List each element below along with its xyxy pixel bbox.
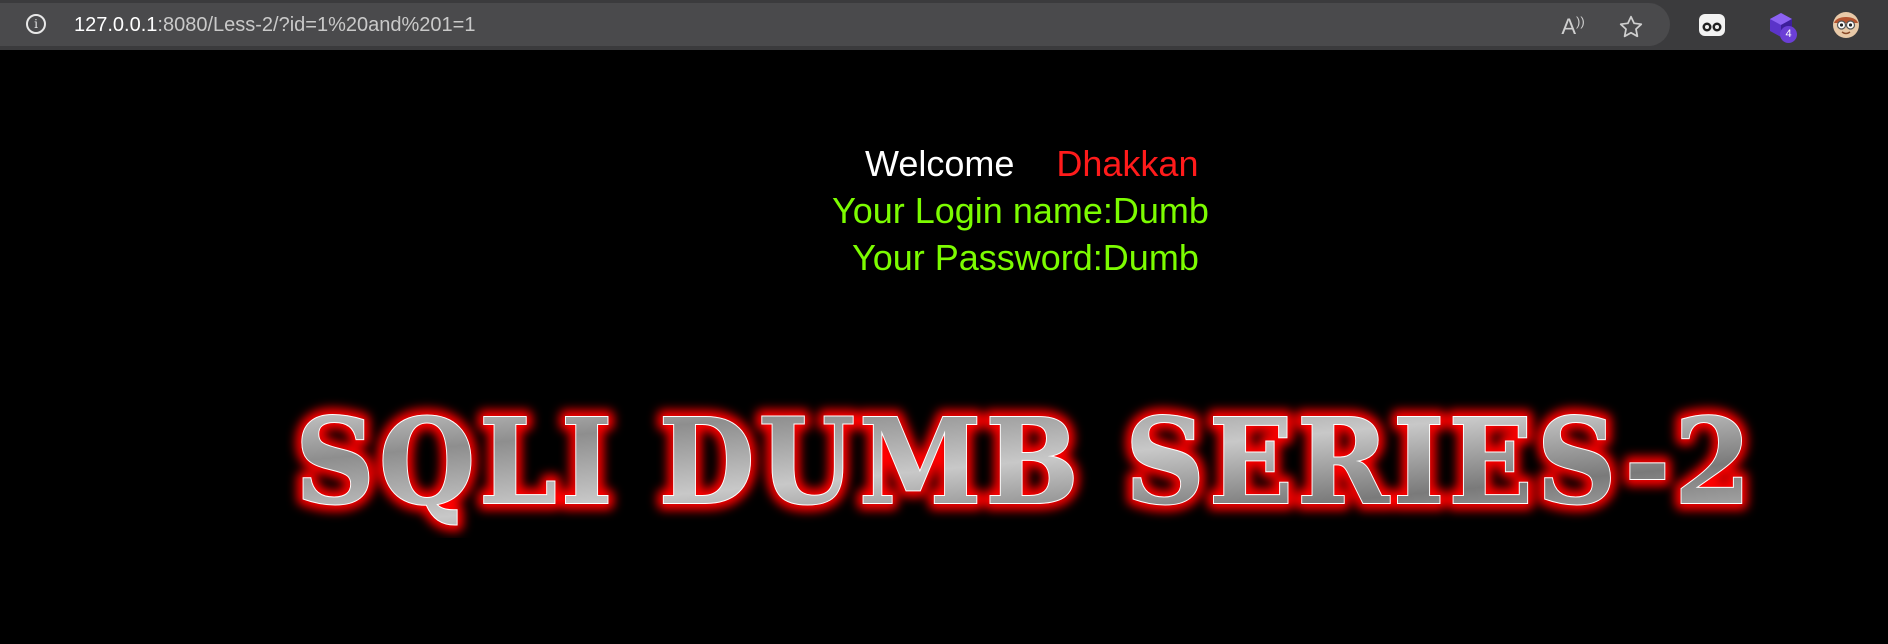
banner-title: SQLI DUMB SERIES-2: [295, 392, 1755, 531]
password-text: Your Password:Dumb: [852, 237, 1199, 278]
extension-badge: 4: [1780, 26, 1797, 43]
welcome-text: Welcome: [865, 143, 1015, 184]
url-path: :8080/Less-2/?id=1%20and%201=1: [157, 14, 476, 36]
address-bar[interactable]: i 127.0.0.1:8080/Less-2/?id=1%20and%201=…: [0, 3, 1670, 46]
star-icon[interactable]: [1616, 12, 1646, 42]
browser-toolbar: i 127.0.0.1:8080/Less-2/?id=1%20and%201=…: [0, 0, 1888, 50]
welcome-line: Welcome Dhakkan: [865, 142, 1198, 186]
url-text[interactable]: 127.0.0.1:8080/Less-2/?id=1%20and%201=1: [74, 14, 475, 36]
profile-face-icon[interactable]: [1830, 9, 1862, 41]
login-name-text: Your Login name:Dumb: [832, 190, 1209, 231]
info-icon[interactable]: i: [26, 14, 46, 34]
url-host: 127.0.0.1: [74, 14, 158, 36]
banner-image: SQLI DUMB SERIES-2 SQLI DUMB SERIES-2: [288, 385, 1758, 538]
extension-glasses-icon[interactable]: [1697, 10, 1727, 40]
welcome-name: Dhakkan: [1056, 143, 1199, 184]
page-content: Welcome Dhakkan Your Login name:Dumb Your…: [0, 50, 1888, 644]
read-aloud-icon[interactable]: A)): [1556, 13, 1590, 41]
